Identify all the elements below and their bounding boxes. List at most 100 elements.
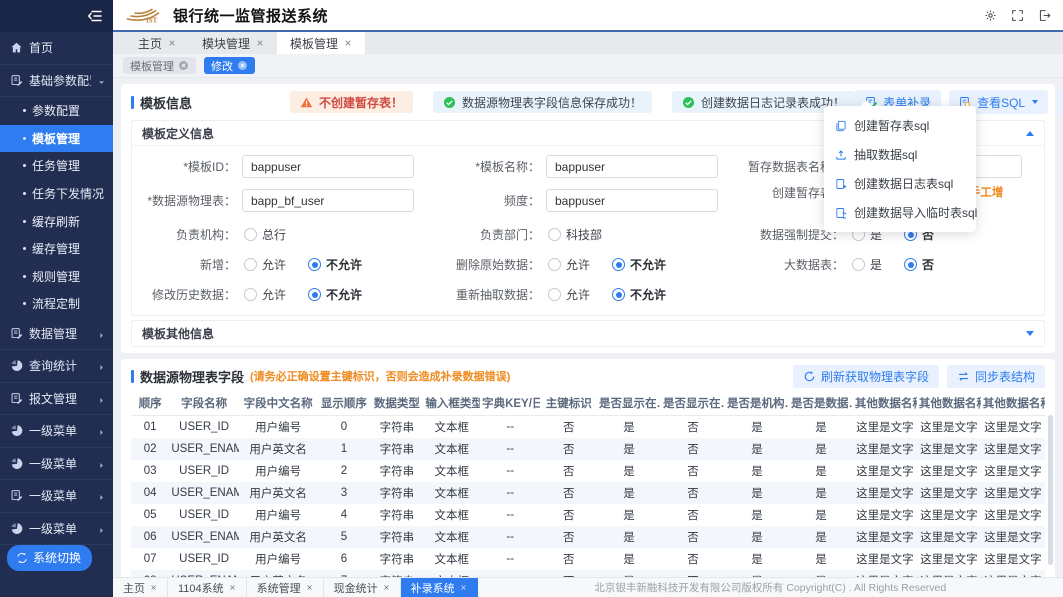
template-name-input[interactable]: [546, 155, 718, 178]
frequency-input[interactable]: [546, 189, 718, 212]
radio-checked-icon[interactable]: [308, 288, 321, 301]
sidebar-item-rule-management[interactable]: 规则管理: [0, 262, 113, 290]
sidebar-item-data-management[interactable]: 数据管理: [0, 318, 113, 351]
sidebar-item-cache-management[interactable]: 缓存管理: [0, 235, 113, 263]
big-data-table-radio-option[interactable]: 否: [904, 256, 934, 273]
table-row[interactable]: 04USER_ENAME用户英文名3字符串文本框--否是否是是这里是文字这里是文…: [131, 482, 1045, 504]
refresh-physical-fields-button[interactable]: 刷新获取物理表字段: [793, 365, 939, 388]
close-icon[interactable]: [383, 584, 390, 591]
ftab-home[interactable]: 主页: [113, 578, 168, 597]
breadcrumb-chip-template-management[interactable]: 模板管理: [123, 57, 196, 74]
breadcrumb-chip-edit[interactable]: 修改: [204, 57, 255, 74]
radio-unchecked-icon[interactable]: [244, 288, 257, 301]
radio-unchecked-icon[interactable]: [244, 258, 257, 271]
menu-item-create-data-log-table-sql[interactable]: 创建数据日志表sql: [824, 169, 976, 198]
radio-unchecked-icon[interactable]: [548, 258, 561, 271]
vertical-scrollbar[interactable]: [1048, 415, 1053, 565]
table-row[interactable]: 03USER_ID用户编号2字符串文本框--否是否是是这里是文字这里是文字这里是…: [131, 460, 1045, 482]
delete-original-data-radio-option[interactable]: 不允许: [612, 256, 666, 273]
allow-add-radio-option[interactable]: 允许: [244, 256, 286, 273]
menu-item-extract-data-sql[interactable]: 抽取数据sql: [824, 140, 976, 169]
alert-text: 数据源物理表字段信息保存成功！: [462, 94, 642, 111]
close-icon[interactable]: [306, 584, 313, 591]
table-row[interactable]: 06USER_ENAME用户英文名5字符串文本框--否是否是是这里是文字这里是文…: [131, 526, 1045, 548]
sync-table-structure-button[interactable]: 同步表结构: [947, 365, 1045, 388]
create-db-table-button[interactable]: 创建数据库表: [1056, 90, 1063, 114]
logout-icon[interactable]: [1038, 9, 1051, 22]
table-row[interactable]: 02USER_ENAME用户英文名1字符串文本框--否是否是是这里是文字这里是文…: [131, 438, 1045, 460]
close-icon[interactable]: [256, 39, 264, 47]
source-physical-table-input[interactable]: [242, 189, 414, 212]
fullscreen-icon[interactable]: [1011, 9, 1024, 22]
modify-history-data-radio-option[interactable]: 不允许: [308, 286, 362, 303]
system-switch-button[interactable]: 系统切换: [7, 545, 92, 571]
radio-checked-icon[interactable]: [904, 258, 917, 271]
delete-original-data-radio-option[interactable]: 允许: [548, 256, 590, 273]
ftab-cash-statistics[interactable]: 现金统计: [324, 578, 401, 597]
sidebar-item-param-config[interactable]: 参数配置: [0, 97, 113, 125]
table-cell: 字符串: [370, 570, 423, 577]
tab-home[interactable]: 主页: [125, 32, 189, 54]
radio-unchecked-icon[interactable]: [244, 228, 257, 241]
radio-checked-icon[interactable]: [308, 258, 321, 271]
field-label: 修改历史数据：: [132, 286, 236, 303]
table-cell: 文本框: [423, 526, 480, 548]
chip-label: 修改: [211, 58, 233, 74]
sidebar-item-cache-refresh[interactable]: 缓存刷新: [0, 207, 113, 235]
sidebar-item-message-management[interactable]: 报文管理: [0, 383, 113, 416]
close-icon[interactable]: [344, 39, 352, 47]
big-data-table-radio-option[interactable]: 是: [852, 256, 882, 273]
sidebar-item-process-customization[interactable]: 流程定制: [0, 290, 113, 318]
tab-module-management[interactable]: 模块管理: [189, 32, 277, 54]
doc-icon: [10, 327, 23, 340]
table-cell: 否: [540, 526, 597, 548]
menu-item-create-data-import-temp-table-sql[interactable]: 创建数据导入临时表sql: [824, 198, 976, 227]
sidebar-item-home[interactable]: 首页: [0, 32, 113, 65]
modify-history-data-radio-option[interactable]: 允许: [244, 286, 286, 303]
sidebar-item-level1-menu-2[interactable]: 一级菜单: [0, 448, 113, 481]
sidebar-item-level1-menu-4[interactable]: 一级菜单: [0, 513, 113, 546]
tab-template-management[interactable]: 模板管理: [277, 32, 365, 54]
allow-add-radio-option[interactable]: 不允许: [308, 256, 362, 273]
close-icon[interactable]: [150, 584, 157, 591]
table-cell: 是: [789, 438, 853, 460]
table-row[interactable]: 01USER_ID用户编号0字符串文本框--否是否是是这里是文字这里是文字这里是…: [131, 416, 1045, 439]
close-circle-icon[interactable]: [178, 60, 189, 71]
close-icon[interactable]: [460, 584, 467, 591]
table-cell: 这里是文字: [981, 482, 1045, 504]
radio-checked-icon[interactable]: [612, 258, 625, 271]
re-extract-data-radio-option[interactable]: 不允许: [612, 286, 666, 303]
tab-bar: 主页模块管理模板管理: [113, 32, 1063, 54]
close-circle-icon[interactable]: [237, 60, 248, 71]
radio-unchecked-icon[interactable]: [548, 228, 561, 241]
template-id-input[interactable]: [242, 155, 414, 178]
settings-icon[interactable]: [984, 9, 997, 22]
ftab-supplement-system[interactable]: 补录系统: [401, 578, 478, 597]
ftab-system-management[interactable]: 系统管理: [247, 578, 324, 597]
table-cell: 是: [597, 504, 661, 526]
responsible-org-radio-option[interactable]: 总行: [244, 226, 286, 243]
caret-right-icon: [97, 524, 106, 533]
sidebar-item-level1-menu-1[interactable]: 一级菜单: [0, 415, 113, 448]
sidebar-item-basic-param-config[interactable]: 基础参数配置: [0, 65, 113, 98]
sidebar-item-query-statistics[interactable]: 查询统计: [0, 350, 113, 383]
table-row[interactable]: 07USER_ID用户编号6字符串文本框--否是否是是这里是文字这里是文字这里是…: [131, 548, 1045, 570]
radio-checked-icon[interactable]: [612, 288, 625, 301]
sidebar-item-task-dispatch-status[interactable]: 任务下发情况: [0, 180, 113, 208]
menu-item-create-staging-table-sql[interactable]: 创建暂存表sql: [824, 111, 976, 140]
close-icon[interactable]: [229, 584, 236, 591]
sidebar-item-task-management[interactable]: 任务管理: [0, 152, 113, 180]
close-icon[interactable]: [168, 39, 176, 47]
table-row[interactable]: 05USER_ID用户编号4字符串文本框--否是否是是这里是文字这里是文字这里是…: [131, 504, 1045, 526]
sidebar-item-level1-menu-3[interactable]: 一级菜单: [0, 480, 113, 513]
radio-unchecked-icon[interactable]: [548, 288, 561, 301]
radio-unchecked-icon[interactable]: [852, 258, 865, 271]
re-extract-data-radio-option[interactable]: 允许: [548, 286, 590, 303]
responsible-dept-radio-option[interactable]: 科技部: [548, 226, 602, 243]
sidebar-item-template-management[interactable]: 模板管理: [0, 125, 113, 153]
table-row[interactable]: 08USER_ENAME用户英文名7字符串文本框--否是否是是这里是文字这里是文…: [131, 570, 1045, 577]
other-section-header[interactable]: 模板其他信息: [132, 321, 1044, 346]
table-cell: 这里是文字: [981, 416, 1045, 439]
collapse-sidebar-icon[interactable]: [87, 8, 103, 24]
ftab-1104-system[interactable]: 1104系统: [168, 578, 247, 597]
